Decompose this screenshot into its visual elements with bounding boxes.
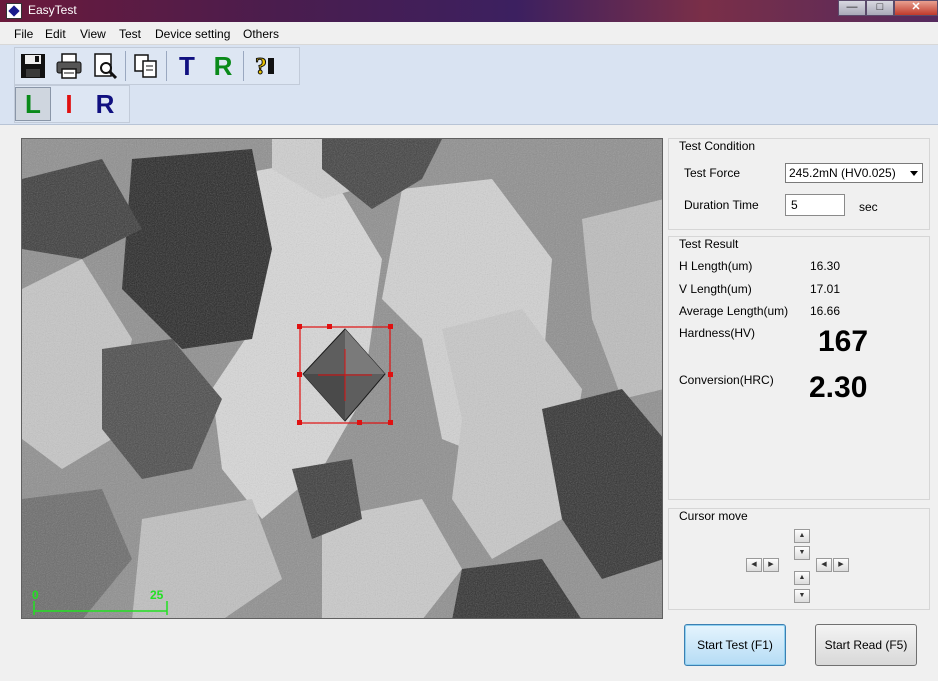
main-toolbar: T R ? [14,47,300,85]
cursor-move-title: Cursor move [679,509,748,523]
start-test-button[interactable]: Start Test (F1) [684,624,786,666]
conversion-label: Conversion(HRC) [679,373,774,387]
test-condition-title: Test Condition [679,139,756,153]
scale-start-label: 0 [32,588,39,602]
menu-file[interactable]: File [14,27,33,41]
microscope-image[interactable]: 0 25 [21,138,663,619]
cursor-up-button[interactable]: ▲ [794,529,810,543]
hardness-label: Hardness(HV) [679,326,756,340]
menu-edit[interactable]: Edit [45,27,66,41]
r-button[interactable]: R [205,49,241,83]
menu-view[interactable]: View [80,27,106,41]
menu-bar: File Edit View Test Device setting Other… [0,25,938,45]
start-read-button[interactable]: Start Read (F5) [815,624,917,666]
minimize-button[interactable]: — [838,0,866,16]
r-mode-button[interactable]: R [87,87,123,121]
print-preview-button[interactable] [87,49,123,83]
arrow-up-icon: ▲ [798,532,806,539]
menu-device-setting[interactable]: Device setting [155,27,230,41]
title-bar: EasyTest — □ ✕ [0,0,938,22]
h-length-value: 16.30 [810,259,841,273]
toolbar-separator [166,51,167,81]
scale-end-label: 25 [150,588,164,602]
toolbar-separator [243,51,244,81]
v-length-label: V Length(um) [679,282,752,296]
h-length-label: H Length(um) [679,259,753,273]
test-condition-group: Test Condition Test Force 245.2mN (HV0.0… [668,138,930,230]
toolbar-separator [125,51,126,81]
arrow-right-icon: ▶ [838,561,844,568]
duration-time-label: Duration Time [684,198,759,212]
dropdown-arrow-icon [910,171,918,176]
test-force-label: Test Force [684,166,741,180]
arrow-up-icon: ▲ [798,574,806,581]
print-preview-icon [94,53,118,80]
cursor-left-button[interactable]: ◀ [746,558,762,572]
i-mode-button[interactable]: I [51,87,87,121]
cursor-right-button[interactable]: ▶ [763,558,779,572]
duration-unit: sec [859,200,878,214]
arrow-down-icon: ▼ [798,549,806,556]
hardness-value: 167 [818,325,869,358]
l-mode-button[interactable]: L [15,87,51,121]
svg-text:?: ? [255,54,267,80]
save-button[interactable] [15,49,51,83]
maximize-button[interactable]: □ [866,0,894,16]
arrow-left-icon: ◀ [751,561,757,568]
window-title: EasyTest [28,3,77,17]
microstructure-image: 0 25 [22,139,662,618]
cursor-move-group: Cursor move ▲ ▼ ◀ ▶ ◀ ▶ ▲ ▼ [668,508,930,610]
copy-button[interactable] [128,49,164,83]
menu-test[interactable]: Test [119,27,141,41]
test-force-select[interactable]: 245.2mN (HV0.025) [785,163,923,183]
help-icon: ? [255,54,274,80]
window-controls: — □ ✕ [838,0,938,16]
test-result-title: Test Result [679,237,739,251]
menu-others[interactable]: Others [243,27,279,41]
printer-icon [56,53,82,79]
print-button[interactable] [51,49,87,83]
duration-time-input[interactable]: 5 [785,194,845,216]
cursor-down-fine-button[interactable]: ▼ [794,589,810,603]
cursor-right-fine-button[interactable]: ▶ [833,558,849,572]
arrow-down-icon: ▼ [798,592,806,599]
copy-icon [134,54,157,78]
test-force-value: 245.2mN (HV0.025) [789,166,896,180]
conversion-value: 2.30 [809,371,868,404]
cursor-left-fine-button[interactable]: ◀ [816,558,832,572]
t-button[interactable]: T [169,49,205,83]
app-icon [6,3,22,19]
floppy-disk-icon [21,54,45,78]
duration-time-value: 5 [791,198,798,212]
average-length-value: 16.66 [810,304,841,318]
test-result-group: Test Result H Length(um) 16.30 V Length(… [668,236,930,500]
arrow-left-icon: ◀ [821,561,827,568]
arrow-right-icon: ▶ [768,561,774,568]
measure-toolbar: L I R [14,85,130,123]
help-button[interactable]: ? [246,49,282,83]
cursor-up-fine-button[interactable]: ▲ [794,571,810,585]
cursor-down-button[interactable]: ▼ [794,546,810,560]
toolbar-area: T R ? L I R [0,45,938,125]
average-length-label: Average Length(um) [679,304,789,318]
v-length-value: 17.01 [810,282,841,296]
close-button[interactable]: ✕ [894,0,938,16]
